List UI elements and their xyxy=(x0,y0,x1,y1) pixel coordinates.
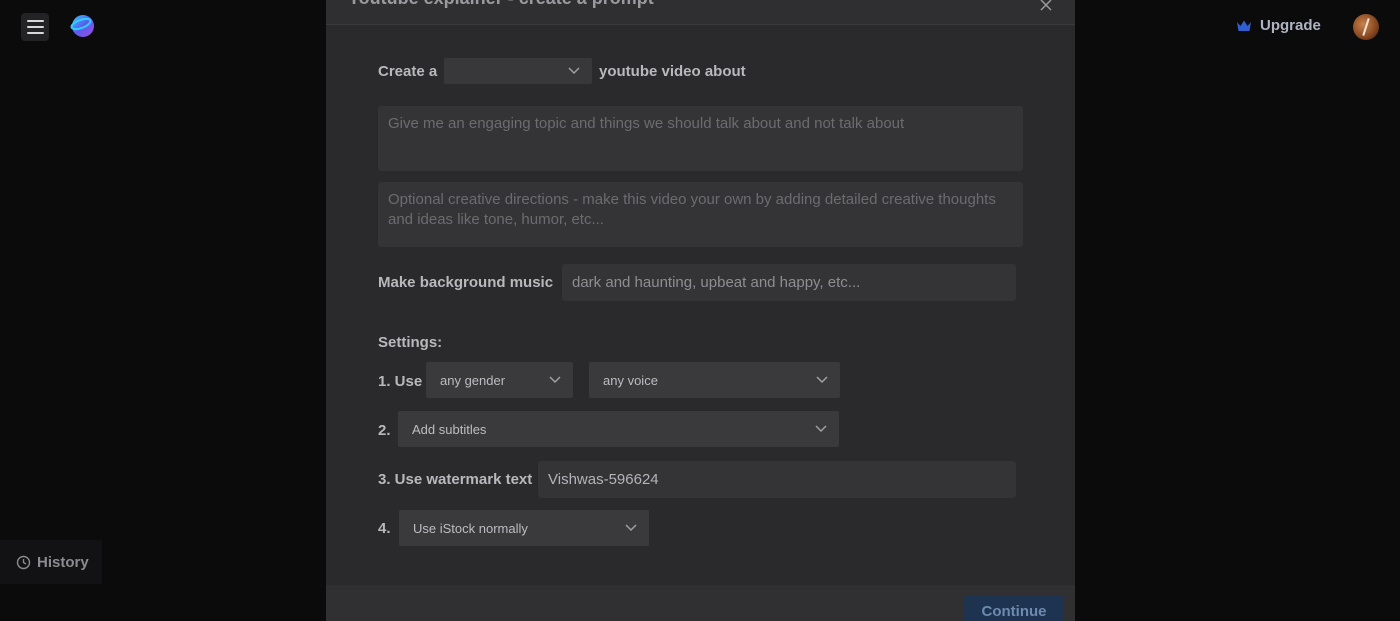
topic-placeholder: Give me an engaging topic and things we … xyxy=(388,115,905,132)
chevron-down-icon xyxy=(816,376,828,384)
continue-button[interactable]: Continue xyxy=(964,595,1064,621)
create-suffix-label: youtube video about xyxy=(599,63,746,80)
video-type-select[interactable] xyxy=(444,58,592,84)
create-prompt-modal: Youtube explainer - create a prompt Crea… xyxy=(326,0,1075,621)
close-icon[interactable] xyxy=(1039,0,1053,12)
setting-3-label: 3. Use watermark text xyxy=(378,471,533,488)
watermark-value: Vishwas-596624 xyxy=(548,471,659,488)
app-logo-icon[interactable] xyxy=(68,12,96,40)
hamburger-menu-button[interactable] xyxy=(21,13,49,41)
setting-1-label: 1. Use xyxy=(378,373,423,390)
upgrade-label: Upgrade xyxy=(1260,17,1321,34)
topic-textarea[interactable]: Give me an engaging topic and things we … xyxy=(378,106,1023,171)
history-label: History xyxy=(37,553,89,571)
setting-4-label: 4. xyxy=(378,520,391,537)
chevron-down-icon xyxy=(549,376,561,384)
clock-icon xyxy=(16,555,31,569)
chevron-down-icon xyxy=(568,67,580,75)
modal-footer: Continue xyxy=(326,585,1075,621)
settings-label: Settings: xyxy=(378,334,443,351)
istock-select[interactable]: Use iStock normally xyxy=(399,510,649,546)
gender-value: any gender xyxy=(440,372,506,388)
background-music-input[interactable]: dark and haunting, upbeat and happy, etc… xyxy=(562,264,1016,301)
setting-2-label: 2. xyxy=(378,422,391,439)
crown-icon xyxy=(1237,20,1251,31)
creative-directions-textarea[interactable]: Optional creative directions - make this… xyxy=(378,182,1023,247)
voice-value: any voice xyxy=(603,372,658,388)
istock-value: Use iStock normally xyxy=(413,520,528,536)
menu-line xyxy=(26,20,44,22)
background-music-placeholder: dark and haunting, upbeat and happy, etc… xyxy=(572,274,861,291)
chevron-down-icon xyxy=(815,425,827,433)
user-avatar[interactable] xyxy=(1353,14,1379,40)
upgrade-button[interactable]: Upgrade xyxy=(1236,17,1321,34)
modal-header: Youtube explainer - create a prompt xyxy=(326,0,1075,25)
voice-select[interactable]: any voice xyxy=(589,362,840,398)
menu-line xyxy=(26,32,44,34)
menu-line xyxy=(26,26,44,28)
create-prefix-label: Create a xyxy=(378,63,438,80)
watermark-input[interactable]: Vishwas-596624 xyxy=(538,461,1016,498)
background-music-label: Make background music xyxy=(378,274,554,291)
subtitles-value: Add subtitles xyxy=(412,421,487,437)
continue-label: Continue xyxy=(981,603,1047,620)
history-button[interactable]: History xyxy=(0,540,102,584)
gender-select[interactable]: any gender xyxy=(426,362,573,398)
modal-title: Youtube explainer - create a prompt xyxy=(348,0,654,9)
chevron-down-icon xyxy=(625,524,637,532)
directions-placeholder: Optional creative directions - make this… xyxy=(388,191,996,228)
subtitles-select[interactable]: Add subtitles xyxy=(398,411,839,447)
